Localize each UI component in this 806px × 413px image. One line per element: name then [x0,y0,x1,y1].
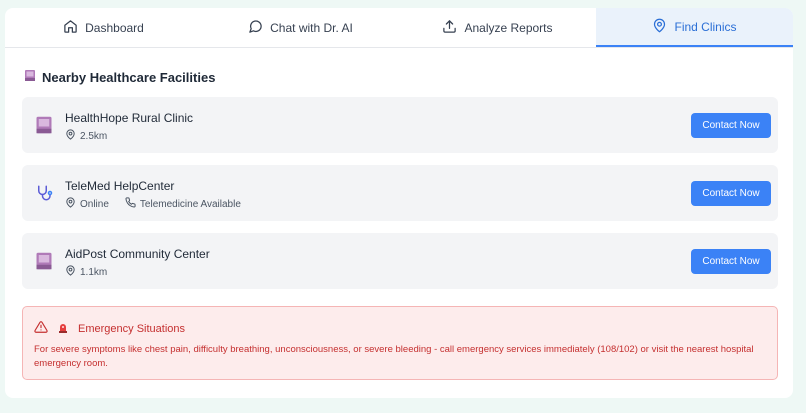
phone-icon [125,197,136,211]
contact-now-button[interactable]: Contact Now [691,181,771,206]
tab-label: Find Clinics [674,19,737,34]
contact-now-button[interactable]: Contact Now [691,113,771,138]
clinic-distance: 2.5km [80,130,108,142]
tab-dashboard[interactable]: Dashboard [5,8,202,47]
clinic-meta: Online Telemedicine Available [65,197,241,211]
chat-bubble-icon [248,19,263,37]
emergency-header: Emergency Situations [34,320,185,337]
clinic-distance: 1.1km [80,266,108,278]
book-icon [35,251,53,271]
clinic-distance: Online [80,198,109,210]
clinic-meta: 2.5km [65,129,107,143]
emergency-alert: Emergency Situations For severe symptoms… [22,306,778,380]
clinic-name: AidPost Community Center [65,247,210,261]
map-pin-icon [65,197,76,211]
map-pin-icon [65,129,76,143]
home-icon [63,19,78,37]
clinic-card: TeleMed HelpCenter Online Telemedicine A… [22,165,778,221]
upload-icon [442,19,457,37]
siren-icon [56,320,70,337]
tab-analyze-reports[interactable]: Analyze Reports [399,8,596,47]
section-title: Nearby Healthcare Facilities [24,69,215,85]
tab-chat[interactable]: Chat with Dr. AI [202,8,399,47]
clinic-extra: Telemedicine Available [139,198,241,210]
main-card: Dashboard Chat with Dr. AI Analyze Repor… [5,8,793,398]
stethoscope-icon [35,183,53,203]
emergency-title: Emergency Situations [78,322,185,335]
clinic-card: AidPost Community Center 1.1km Contact N… [22,233,778,289]
book-icon [35,115,53,135]
clinic-name: HealthHope Rural Clinic [65,111,194,125]
map-pin-icon [652,18,667,36]
contact-now-button[interactable]: Contact Now [691,249,771,274]
tab-label: Analyze Reports [464,20,553,35]
clinic-card: HealthHope Rural Clinic 2.5km Contact No… [22,97,778,153]
map-pin-icon [65,265,76,279]
tab-label: Dashboard [85,20,144,35]
warning-triangle-icon [34,320,48,337]
emergency-text: For severe symptoms like chest pain, dif… [34,344,754,369]
tab-find-clinics[interactable]: Find Clinics [596,8,793,47]
tab-label: Chat with Dr. AI [270,20,353,35]
clinic-name: TeleMed HelpCenter [65,179,175,193]
book-icon [24,69,36,85]
section-title-text: Nearby Healthcare Facilities [42,69,216,85]
clinic-meta: 1.1km [65,265,107,279]
tab-bar: Dashboard Chat with Dr. AI Analyze Repor… [5,8,793,48]
